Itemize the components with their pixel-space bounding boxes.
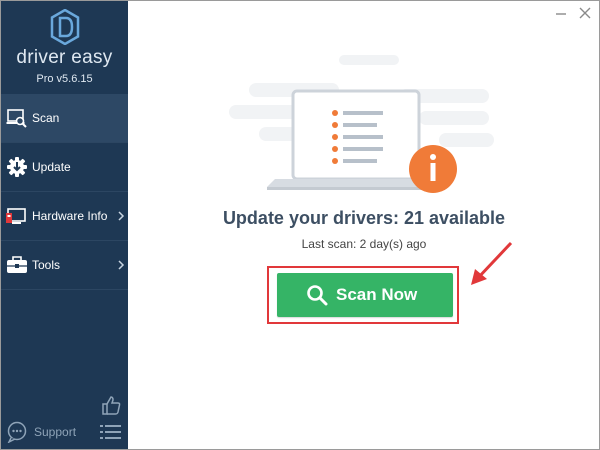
toolbox-icon xyxy=(7,256,27,273)
minimize-button[interactable] xyxy=(553,6,569,20)
sidebar-item-label: Tools xyxy=(32,258,61,272)
search-icon xyxy=(307,285,328,306)
support-chat-icon xyxy=(7,421,27,443)
sidebar-item-tools[interactable]: Tools xyxy=(1,241,128,290)
scan-now-button[interactable]: Scan Now xyxy=(277,273,453,317)
sidebar-item-label: Scan xyxy=(32,111,60,125)
chevron-right-icon xyxy=(118,211,125,221)
sidebar-item-update[interactable]: Update xyxy=(1,143,128,192)
hardware-info-icon xyxy=(6,208,26,224)
annotation-arrow-icon xyxy=(471,241,513,285)
sidebar-item-label: Hardware Info xyxy=(32,209,108,223)
driver-easy-window: driver easy Pro v5.6.15 Scan Update Hard… xyxy=(0,0,600,450)
version-label: Pro v5.6.15 xyxy=(36,73,93,85)
sidebar: driver easy Pro v5.6.15 Scan Update Hard… xyxy=(1,1,128,449)
support-link[interactable]: Support xyxy=(6,421,86,443)
app-logo: driver easy Pro v5.6.15 xyxy=(1,1,128,93)
brand-name: driver easy xyxy=(16,47,113,68)
scan-icon xyxy=(6,109,27,128)
menu-list-icon[interactable] xyxy=(100,424,122,440)
last-scan-text: Last scan: 2 day(s) ago xyxy=(301,237,427,251)
support-label: Support xyxy=(34,425,77,439)
scan-now-label: Scan Now xyxy=(336,285,418,304)
sidebar-item-scan[interactable]: Scan xyxy=(1,94,128,143)
drivers-available-headline: Update your drivers: 21 available xyxy=(222,208,506,228)
chevron-right-icon xyxy=(118,260,125,270)
thumbs-up-icon[interactable] xyxy=(100,394,122,416)
sidebar-item-hardware-info[interactable]: Hardware Info xyxy=(1,192,128,241)
driver-easy-logo-icon xyxy=(50,9,80,45)
laptop-illustration xyxy=(229,55,494,193)
update-gear-icon xyxy=(7,157,27,177)
close-button[interactable] xyxy=(577,6,593,20)
sidebar-item-label: Update xyxy=(32,160,71,174)
